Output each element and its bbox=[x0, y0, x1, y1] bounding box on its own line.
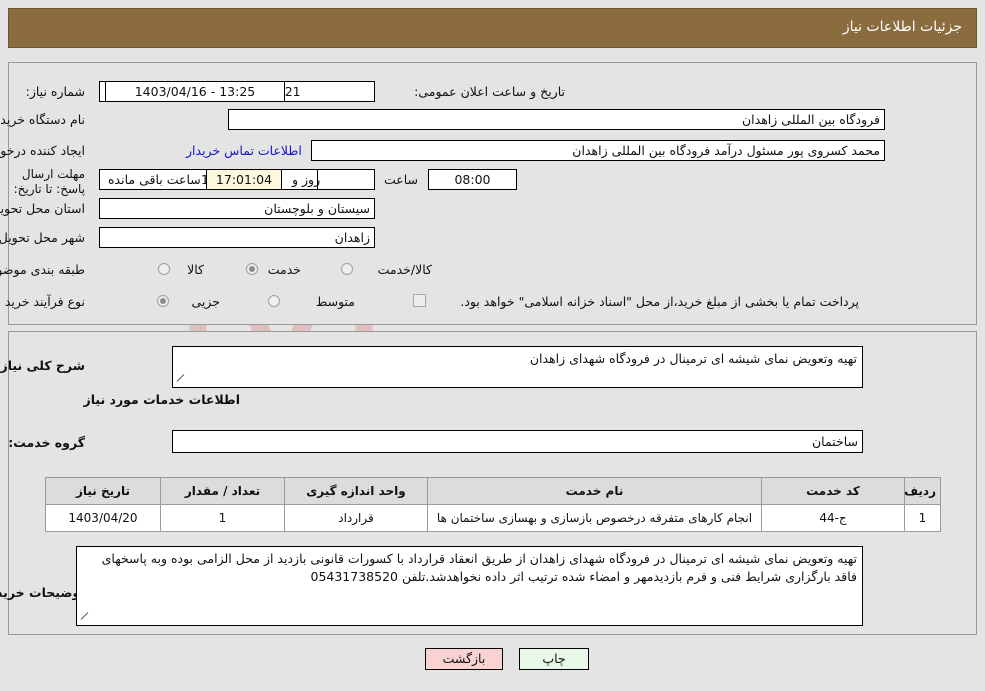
service-group-value[interactable]: ساختمان bbox=[172, 430, 863, 453]
public-announce-value: 13:25 - 1403/04/16 bbox=[105, 81, 285, 102]
requester-value: محمد کسروی پور مسئول درآمد فرودگاه بین ا… bbox=[311, 140, 885, 161]
col-header-need-date: تاریخ نیاز bbox=[45, 477, 161, 505]
province-label: استان محل تحویل: bbox=[0, 201, 85, 216]
buyer-notes-label: توضیحات خریدار: bbox=[0, 585, 85, 600]
deadline-label: مهلت ارسال پاسخ: تا تاریخ: bbox=[13, 167, 85, 196]
process-option-label-0: جزیی bbox=[191, 294, 220, 309]
province-value: سیستان و بلوچستان bbox=[99, 198, 375, 219]
col-header-row-no: ردیف bbox=[904, 477, 941, 505]
remaining-suffix-label: ساعت باقی مانده bbox=[108, 172, 201, 187]
category-option-label-0: کالا bbox=[187, 262, 204, 277]
cell-service-code: ج-44 bbox=[761, 504, 905, 532]
services-section-title: اطلاعات خدمات مورد نیاز bbox=[83, 392, 241, 407]
process-radio-motavasset[interactable] bbox=[268, 295, 280, 307]
category-option-label-1: خدمت bbox=[267, 262, 301, 277]
col-header-service-name: نام خدمت bbox=[427, 477, 762, 505]
page-header-bar: جزئیات اطلاعات نیاز bbox=[8, 8, 977, 48]
back-button[interactable]: بازگشت bbox=[425, 648, 503, 670]
category-radio-kala[interactable] bbox=[158, 263, 170, 275]
process-label: نوع فرآیند خرید : bbox=[0, 294, 85, 309]
general-need-resizer[interactable] bbox=[176, 374, 185, 383]
city-value: زاهدان bbox=[99, 227, 375, 248]
general-need-label: شرح کلی نیاز: bbox=[0, 358, 85, 373]
days-word-label: روز و bbox=[292, 172, 321, 187]
cell-need-date: 1403/04/20 bbox=[45, 504, 161, 532]
general-need-value[interactable]: تهیه وتعویض نمای شیشه ای ترمینال در فرود… bbox=[172, 346, 863, 388]
category-radio-khedmat[interactable] bbox=[246, 263, 258, 275]
service-group-label: گروه خدمت: bbox=[8, 435, 85, 450]
treasury-checkbox[interactable] bbox=[413, 294, 426, 307]
need-number-label: شماره نیاز: bbox=[25, 84, 85, 99]
treasury-text-label: پرداخت تمام یا بخشی از مبلغ خرید،از محل … bbox=[460, 294, 859, 309]
print-button[interactable]: چاپ bbox=[519, 648, 589, 670]
process-option-label-1: متوسط bbox=[315, 294, 355, 309]
buyer-org-value: فرودگاه بین المللی زاهدان bbox=[228, 109, 885, 130]
process-radio-jozii[interactable] bbox=[157, 295, 169, 307]
time-remaining-value: 17:01:04 bbox=[206, 169, 282, 190]
col-header-unit: واحد اندازه گیری bbox=[284, 477, 428, 505]
requester-label: ایجاد کننده درخواست: bbox=[0, 143, 85, 158]
public-announce-label: تاریخ و ساعت اعلان عمومی: bbox=[414, 84, 565, 99]
cell-service-name: انجام کارهای متفرقه درخصوص بازسازی و بهس… bbox=[427, 504, 762, 532]
category-option-label-2: کالا/خدمت bbox=[377, 262, 432, 277]
deadline-time-value: 08:00 bbox=[428, 169, 517, 190]
hour-label: ساعت bbox=[383, 172, 418, 187]
category-label: طبقه بندی موضوعی: bbox=[0, 262, 85, 277]
buyer-notes-resizer[interactable] bbox=[80, 612, 89, 621]
buyer-org-label: نام دستگاه خریدار: bbox=[0, 112, 85, 127]
col-header-quantity: تعداد / مقدار bbox=[160, 477, 285, 505]
cell-unit: قرارداد bbox=[284, 504, 428, 532]
services-table: ردیف کد خدمت نام خدمت واحد اندازه گیری ت… bbox=[45, 477, 941, 532]
category-radio-kala-khedmat[interactable] bbox=[341, 263, 353, 275]
buyer-notes-value[interactable]: تهیه وتعویض نمای شیشه ای ترمینال در فرود… bbox=[76, 546, 863, 626]
col-header-service-code: کد خدمت bbox=[761, 477, 905, 505]
table-row: 1 ج-44 انجام کارهای متفرقه درخصوص بازساز… bbox=[45, 504, 941, 532]
cell-quantity: 1 bbox=[160, 504, 285, 532]
buyer-contact-link[interactable]: اطلاعات تماس خریدار bbox=[186, 143, 302, 158]
city-label: شهر محل تحویل: bbox=[0, 230, 85, 245]
cell-row-no: 1 bbox=[904, 504, 941, 532]
page-title: جزئیات اطلاعات نیاز bbox=[842, 19, 962, 35]
table-header-row: ردیف کد خدمت نام خدمت واحد اندازه گیری ت… bbox=[45, 477, 941, 505]
